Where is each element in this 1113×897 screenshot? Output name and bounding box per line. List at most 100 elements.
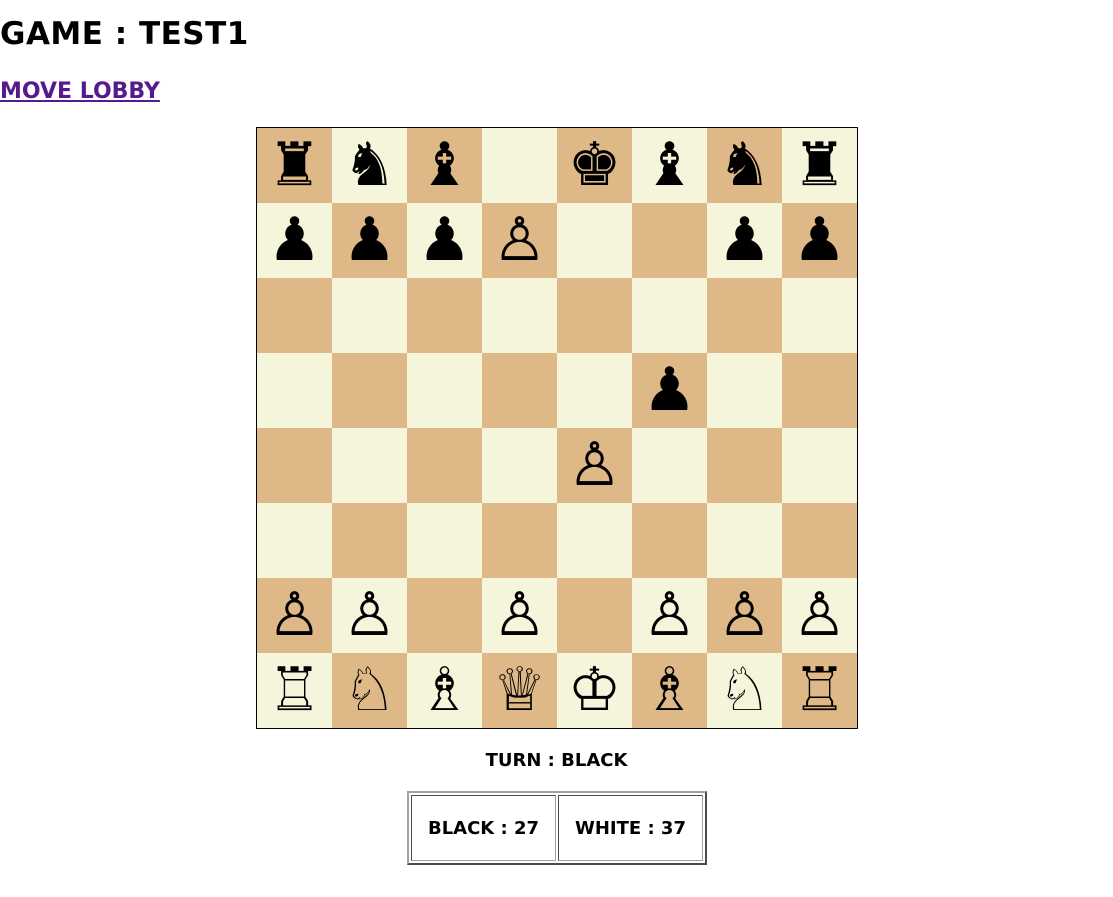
square-h1[interactable]: ♖ xyxy=(782,653,857,728)
square-b5[interactable] xyxy=(332,353,407,428)
move-lobby-link[interactable]: MOVE LOBBY xyxy=(0,77,160,107)
square-f2[interactable]: ♙ xyxy=(632,578,707,653)
black-pawn-piece[interactable]: ♟ xyxy=(343,203,397,278)
black-pawn-piece[interactable]: ♟ xyxy=(793,203,847,278)
square-b1[interactable]: ♘ xyxy=(332,653,407,728)
square-c6[interactable] xyxy=(407,278,482,353)
square-e3[interactable] xyxy=(557,503,632,578)
black-score: BLACK : 27 xyxy=(411,795,556,861)
white-knight-piece[interactable]: ♘ xyxy=(343,653,397,728)
square-g4[interactable] xyxy=(707,428,782,503)
square-g6[interactable] xyxy=(707,278,782,353)
white-pawn-piece[interactable]: ♙ xyxy=(643,578,697,653)
square-h5[interactable] xyxy=(782,353,857,428)
square-a4[interactable] xyxy=(257,428,332,503)
square-d2[interactable]: ♙ xyxy=(482,578,557,653)
square-d4[interactable] xyxy=(482,428,557,503)
square-h7[interactable]: ♟ xyxy=(782,203,857,278)
square-g1[interactable]: ♘ xyxy=(707,653,782,728)
square-c3[interactable] xyxy=(407,503,482,578)
black-rook-piece[interactable]: ♜ xyxy=(793,128,847,203)
square-g3[interactable] xyxy=(707,503,782,578)
black-pawn-piece[interactable]: ♟ xyxy=(718,203,772,278)
white-queen-piece[interactable]: ♕ xyxy=(493,653,547,728)
square-a8[interactable]: ♜ xyxy=(257,128,332,203)
square-e2[interactable] xyxy=(557,578,632,653)
square-f7[interactable] xyxy=(632,203,707,278)
white-bishop-piece[interactable]: ♗ xyxy=(418,653,472,728)
white-knight-piece[interactable]: ♘ xyxy=(718,653,772,728)
white-pawn-piece[interactable]: ♙ xyxy=(793,578,847,653)
square-h8[interactable]: ♜ xyxy=(782,128,857,203)
square-e8[interactable]: ♚ xyxy=(557,128,632,203)
square-a1[interactable]: ♖ xyxy=(257,653,332,728)
black-pawn-piece[interactable]: ♟ xyxy=(643,353,697,428)
square-e7[interactable] xyxy=(557,203,632,278)
chess-board: ♜ ♞ ♝ ♚ ♝ ♞ ♜ ♟ ♟ ♟ ♙ ♟ ♟ ♟ ♙ ♙ ♙ ♙ ♙ ♙ ♙ ♖ ♘ ♗ ♕ ♔ ♗ ♘ ♖ xyxy=(256,127,858,729)
white-pawn-piece[interactable]: ♙ xyxy=(493,203,547,278)
square-b8[interactable]: ♞ xyxy=(332,128,407,203)
square-e5[interactable] xyxy=(557,353,632,428)
square-d7[interactable]: ♙ xyxy=(482,203,557,278)
square-h4[interactable] xyxy=(782,428,857,503)
square-b6[interactable] xyxy=(332,278,407,353)
square-a6[interactable] xyxy=(257,278,332,353)
black-bishop-piece[interactable]: ♝ xyxy=(418,128,472,203)
square-a2[interactable]: ♙ xyxy=(257,578,332,653)
square-b7[interactable]: ♟ xyxy=(332,203,407,278)
page-title: GAME : TEST1 xyxy=(0,16,249,52)
square-c5[interactable] xyxy=(407,353,482,428)
square-c2[interactable] xyxy=(407,578,482,653)
black-knight-piece[interactable]: ♞ xyxy=(343,128,397,203)
black-knight-piece[interactable]: ♞ xyxy=(718,128,772,203)
square-f3[interactable] xyxy=(632,503,707,578)
square-h6[interactable] xyxy=(782,278,857,353)
white-pawn-piece[interactable]: ♙ xyxy=(343,578,397,653)
white-king-piece[interactable]: ♔ xyxy=(568,653,622,728)
black-pawn-piece[interactable]: ♟ xyxy=(418,203,472,278)
white-pawn-piece[interactable]: ♙ xyxy=(568,428,622,503)
square-c4[interactable] xyxy=(407,428,482,503)
square-a3[interactable] xyxy=(257,503,332,578)
square-f6[interactable] xyxy=(632,278,707,353)
black-pawn-piece[interactable]: ♟ xyxy=(268,203,322,278)
square-f5[interactable]: ♟ xyxy=(632,353,707,428)
square-c7[interactable]: ♟ xyxy=(407,203,482,278)
square-b3[interactable] xyxy=(332,503,407,578)
square-c1[interactable]: ♗ xyxy=(407,653,482,728)
square-d6[interactable] xyxy=(482,278,557,353)
square-b2[interactable]: ♙ xyxy=(332,578,407,653)
black-rook-piece[interactable]: ♜ xyxy=(268,128,322,203)
black-king-piece[interactable]: ♚ xyxy=(568,128,622,203)
score-table: BLACK : 27 WHITE : 37 xyxy=(407,791,707,865)
turn-indicator: TURN : BLACK xyxy=(485,750,628,771)
white-pawn-piece[interactable]: ♙ xyxy=(268,578,322,653)
white-bishop-piece[interactable]: ♗ xyxy=(643,653,697,728)
square-e1[interactable]: ♔ xyxy=(557,653,632,728)
square-f8[interactable]: ♝ xyxy=(632,128,707,203)
square-g2[interactable]: ♙ xyxy=(707,578,782,653)
square-d5[interactable] xyxy=(482,353,557,428)
square-f4[interactable] xyxy=(632,428,707,503)
white-rook-piece[interactable]: ♖ xyxy=(268,653,322,728)
square-c8[interactable]: ♝ xyxy=(407,128,482,203)
square-f1[interactable]: ♗ xyxy=(632,653,707,728)
square-g7[interactable]: ♟ xyxy=(707,203,782,278)
square-g8[interactable]: ♞ xyxy=(707,128,782,203)
square-a7[interactable]: ♟ xyxy=(257,203,332,278)
square-d8[interactable] xyxy=(482,128,557,203)
square-h3[interactable] xyxy=(782,503,857,578)
black-bishop-piece[interactable]: ♝ xyxy=(643,128,697,203)
square-a5[interactable] xyxy=(257,353,332,428)
square-e4[interactable]: ♙ xyxy=(557,428,632,503)
square-d1[interactable]: ♕ xyxy=(482,653,557,728)
square-b4[interactable] xyxy=(332,428,407,503)
white-pawn-piece[interactable]: ♙ xyxy=(493,578,547,653)
square-d3[interactable] xyxy=(482,503,557,578)
white-pawn-piece[interactable]: ♙ xyxy=(718,578,772,653)
square-h2[interactable]: ♙ xyxy=(782,578,857,653)
white-score: WHITE : 37 xyxy=(558,795,703,861)
white-rook-piece[interactable]: ♖ xyxy=(793,653,847,728)
square-e6[interactable] xyxy=(557,278,632,353)
square-g5[interactable] xyxy=(707,353,782,428)
